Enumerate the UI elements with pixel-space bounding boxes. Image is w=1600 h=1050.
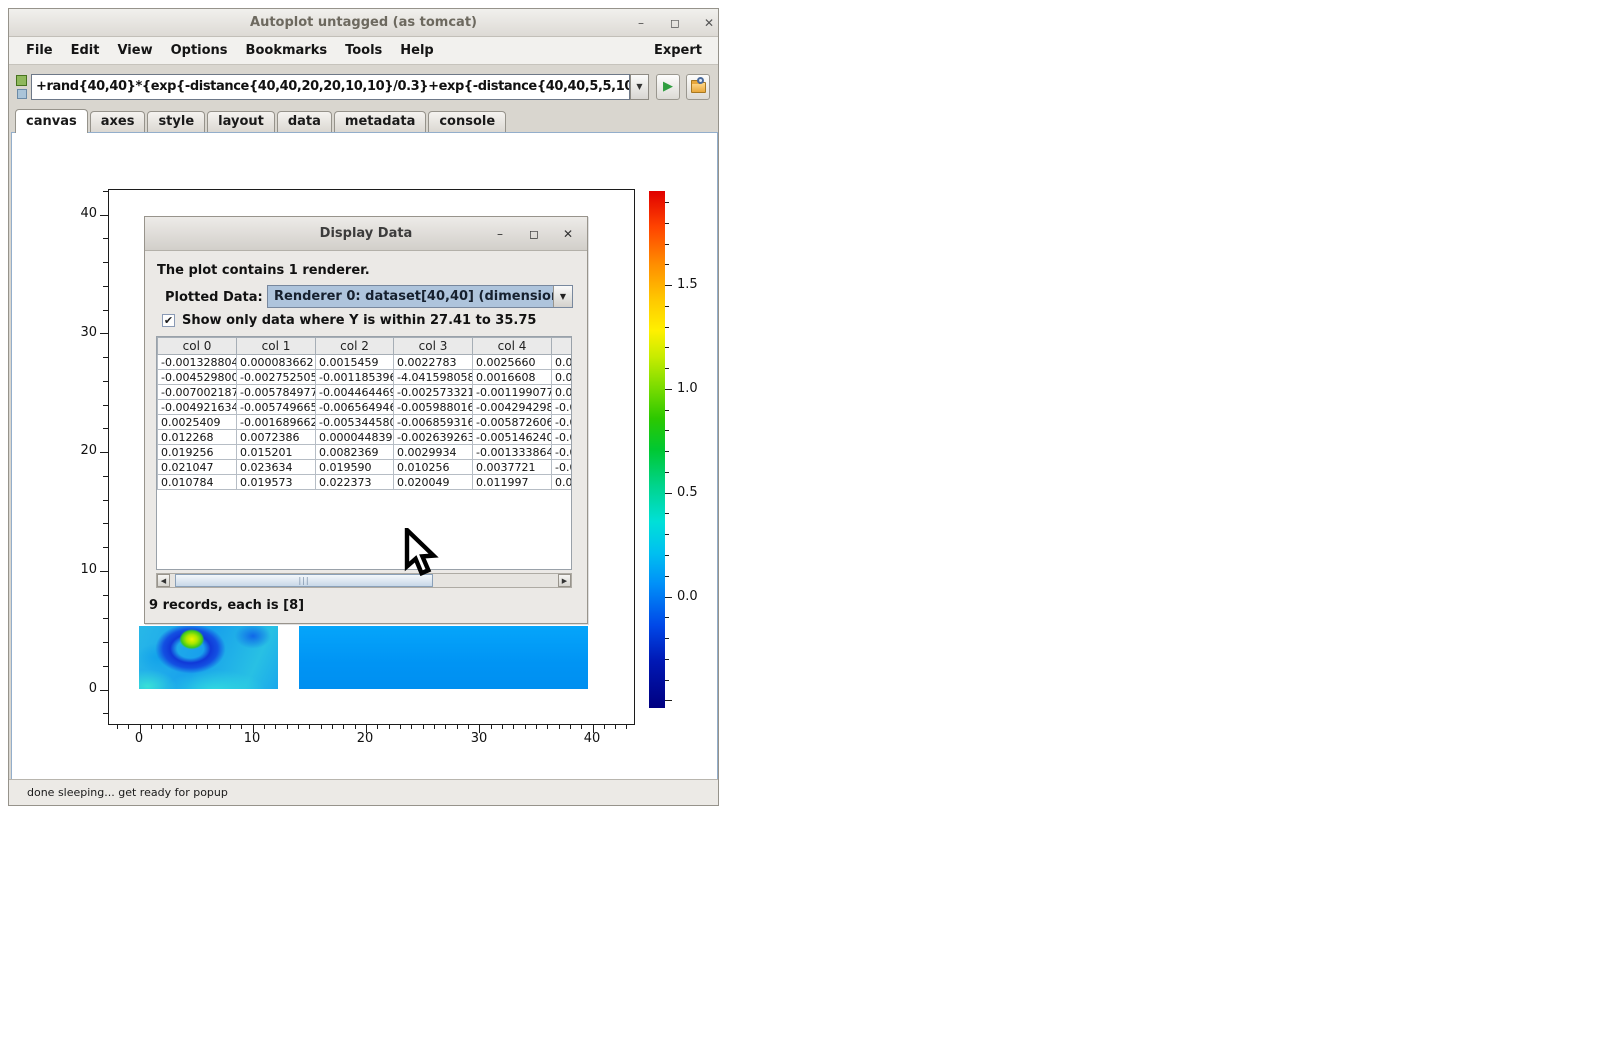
table-row[interactable]: -0.004921634...-0.005749665...-0.0065649… xyxy=(158,400,573,415)
uri-input[interactable]: +rand{40,40}*{exp{-distance{40,40,20,20,… xyxy=(31,74,630,100)
magnifier-icon xyxy=(697,77,704,84)
column-header[interactable] xyxy=(552,338,573,355)
green-square-icon xyxy=(16,75,27,86)
filter-checkbox[interactable]: ✔ xyxy=(162,314,175,327)
column-header[interactable]: col 4 xyxy=(473,338,552,355)
table-row[interactable]: -0.001328804...0.0000836620.00154590.002… xyxy=(158,355,573,370)
chevron-down-icon[interactable]: ▼ xyxy=(553,286,572,307)
table-row[interactable]: -0.007002187...-0.005784977...-0.0044644… xyxy=(158,385,573,400)
title-bar[interactable]: Autoplot untagged (as tomcat) – ◻ ✕ xyxy=(9,9,718,37)
menu-options[interactable]: Options xyxy=(162,39,237,62)
data-table-viewport[interactable]: col 0col 1col 2col 3col 4 -0.001328804..… xyxy=(156,336,572,570)
datasource-type-icon xyxy=(15,74,29,100)
menu-view[interactable]: View xyxy=(108,39,161,62)
check-icon: ✔ xyxy=(164,314,173,327)
table-row[interactable]: 0.0107840.0195730.0223730.0200490.011997… xyxy=(158,475,573,490)
menu-bar: File Edit View Options Bookmarks Tools H… xyxy=(9,37,718,65)
scrollbar-thumb[interactable]: ||| xyxy=(175,574,433,587)
address-toolbar: +rand{40,40}*{exp{-distance{40,40,20,20,… xyxy=(9,65,718,109)
menu-help[interactable]: Help xyxy=(391,39,442,62)
renderer-count-text: The plot contains 1 renderer. xyxy=(157,263,370,278)
maximize-icon[interactable]: ◻ xyxy=(664,13,686,33)
dialog-close-icon[interactable]: ✕ xyxy=(557,224,579,244)
column-header[interactable]: col 3 xyxy=(394,338,473,355)
tab-canvas[interactable]: canvas xyxy=(15,109,88,133)
window-title: Autoplot untagged (as tomcat) xyxy=(250,15,477,30)
menu-tools[interactable]: Tools xyxy=(336,39,391,62)
plotted-data-select[interactable]: Renderer 0: dataset[40,40] (dimension...… xyxy=(267,285,573,308)
table-row[interactable]: 0.0192560.0152010.00823690.0029934-0.001… xyxy=(158,445,573,460)
tab-axes[interactable]: axes xyxy=(90,111,146,132)
menu-bookmarks[interactable]: Bookmarks xyxy=(237,39,337,62)
table-row[interactable]: 0.0210470.0236340.0195900.0102560.003772… xyxy=(158,460,573,475)
tab-data[interactable]: data xyxy=(277,111,332,132)
display-data-dialog: Display Data – ◻ ✕ The plot contains 1 r… xyxy=(144,216,588,624)
menu-file[interactable]: File xyxy=(17,39,62,62)
table-row[interactable]: 0.0025409-0.001689662...-0.005344580...-… xyxy=(158,415,573,430)
plotted-data-value: Renderer 0: dataset[40,40] (dimension... xyxy=(268,286,553,307)
tab-metadata[interactable]: metadata xyxy=(334,111,426,132)
tab-console[interactable]: console xyxy=(428,111,506,132)
column-header[interactable]: col 0 xyxy=(158,338,237,355)
tab-bar: canvas axes style layout data metadata c… xyxy=(9,109,718,132)
table-row[interactable]: -0.004529800...-0.002752505...-0.0011853… xyxy=(158,370,573,385)
column-header[interactable]: col 2 xyxy=(316,338,394,355)
plotted-data-label: Plotted Data: xyxy=(165,290,263,305)
close-icon[interactable]: ✕ xyxy=(698,13,720,33)
expert-toggle[interactable]: Expert xyxy=(646,39,710,62)
go-button[interactable]: ▶ xyxy=(656,74,680,100)
horizontal-scrollbar[interactable]: ◀ ||| ▶ xyxy=(156,573,572,588)
tab-style[interactable]: style xyxy=(147,111,205,132)
data-table: col 0col 1col 2col 3col 4 -0.001328804..… xyxy=(157,337,572,490)
blue-square-icon xyxy=(17,89,27,99)
status-bar: done sleeping... get ready for popup xyxy=(9,779,718,805)
dialog-title: Display Data xyxy=(320,226,413,241)
minimize-icon[interactable]: – xyxy=(630,13,652,33)
filter-checkbox-label: Show only data where Y is within 27.41 t… xyxy=(182,313,536,328)
dialog-maximize-icon[interactable]: ◻ xyxy=(523,224,545,244)
dialog-title-bar[interactable]: Display Data – ◻ ✕ xyxy=(145,217,587,251)
dialog-minimize-icon[interactable]: – xyxy=(489,224,511,244)
scroll-left-icon[interactable]: ◀ xyxy=(157,574,170,587)
uri-dropdown-button[interactable]: ▼ xyxy=(630,74,649,100)
menu-edit[interactable]: Edit xyxy=(62,39,109,62)
status-message: done sleeping... get ready for popup xyxy=(27,786,228,799)
mouse-cursor xyxy=(404,528,440,584)
inspect-uri-button[interactable] xyxy=(686,74,710,100)
tab-layout[interactable]: layout xyxy=(207,111,275,132)
records-summary: 9 records, each is [8] xyxy=(149,598,304,613)
chevron-down-icon: ▼ xyxy=(636,82,642,91)
scroll-right-icon[interactable]: ▶ xyxy=(558,574,571,587)
data-table-body: -0.001328804...0.0000836620.00154590.002… xyxy=(158,355,573,490)
app-window: Autoplot untagged (as tomcat) – ◻ ✕ File… xyxy=(8,8,719,806)
play-icon: ▶ xyxy=(663,79,673,94)
table-row[interactable]: 0.0122680.00723860.000044839-0.002639263… xyxy=(158,430,573,445)
table-header-row[interactable]: col 0col 1col 2col 3col 4 xyxy=(158,338,573,355)
column-header[interactable]: col 1 xyxy=(237,338,316,355)
